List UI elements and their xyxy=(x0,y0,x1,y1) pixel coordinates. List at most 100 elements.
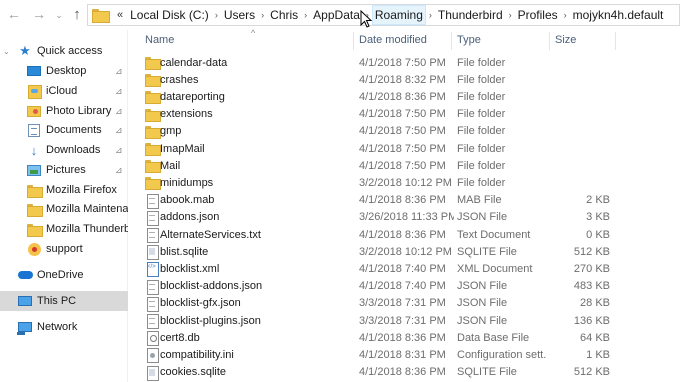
breadcrumb-profile-folder[interactable]: mojykn4h.default xyxy=(570,5,667,25)
breadcrumb-roaming[interactable]: Roaming xyxy=(371,5,426,25)
breadcrumb-chevron-icon[interactable]: › xyxy=(506,10,515,20)
file-row[interactable]: blocklist-plugins.json 3/3/2018 7:31 PM JS… xyxy=(129,312,680,329)
file-row[interactable]: ImapMail 4/1/2018 7:50 PM File folder xyxy=(129,140,680,157)
pin-icon: ⊿ xyxy=(115,65,123,76)
file-name: compatibility.ini xyxy=(160,348,234,361)
sidebar-item-documents[interactable]: Documents ⊿ xyxy=(0,120,128,140)
recent-locations-chevron-icon[interactable]: ⌄ xyxy=(51,7,67,23)
breadcrumb-chevron-icon[interactable]: › xyxy=(301,10,310,20)
file-row[interactable]: extensions 4/1/2018 7:50 PM File folder xyxy=(129,106,680,123)
sidebar-item-mozilla-thunderbird[interactable]: Mozilla Thunderbird xyxy=(0,219,128,239)
file-row[interactable]: abook.mab 4/1/2018 8:36 PM MAB File 2 KB xyxy=(129,192,680,209)
sidebar-item-desktop[interactable]: Desktop ⊿ xyxy=(0,61,128,81)
breadcrumb-chevron-icon[interactable]: › xyxy=(212,10,221,20)
up-arrow-icon[interactable]: ↑ xyxy=(69,6,85,23)
file-row[interactable]: crashes 4/1/2018 8:32 PM File folder xyxy=(129,71,680,88)
breadcrumb-chevron-icon[interactable]: › xyxy=(258,10,267,20)
sidebar-item-this-pc[interactable]: This PC xyxy=(0,291,128,311)
sidebar-item-mozilla-maintenance[interactable]: Mozilla Maintenance xyxy=(0,199,128,219)
column-divider[interactable] xyxy=(353,32,354,50)
column-header-label: Date modified xyxy=(359,34,427,46)
column-divider[interactable] xyxy=(615,32,616,50)
file-row[interactable]: blist.sqlite 3/2/2018 10:12 PM SQLITE File… xyxy=(129,243,680,261)
sidebar-item-network[interactable]: Network xyxy=(0,317,128,337)
file-name: blocklist-gfx.json xyxy=(160,297,241,310)
file-row[interactable]: gmp 4/1/2018 7:50 PM File folder xyxy=(129,123,680,140)
file-icon xyxy=(145,210,159,226)
sidebar-item-label: iCloud xyxy=(46,85,78,97)
file-row[interactable]: compatibility.ini 4/1/2018 8:31 PM Configu… xyxy=(129,346,680,364)
navigation-bar: ← → ⌄ ↑ « Local Disk (C:) › Users › Chri… xyxy=(0,0,680,30)
file-type: File folder xyxy=(457,142,506,155)
breadcrumb-chevron-icon[interactable]: › xyxy=(561,10,570,20)
folder-icon xyxy=(145,90,161,105)
file-name: gmp xyxy=(160,125,182,138)
breadcrumb-chris[interactable]: Chris xyxy=(267,5,301,25)
breadcrumb-thunderbird[interactable]: Thunderbird xyxy=(435,5,506,25)
column-divider[interactable] xyxy=(451,32,452,50)
file-date-modified: 4/1/2018 8:36 PM xyxy=(359,331,446,344)
forward-arrow-icon[interactable]: → xyxy=(31,6,47,22)
star-icon: ★ xyxy=(19,43,31,58)
file-name: extensions xyxy=(160,108,213,121)
sidebar-item-support[interactable]: support xyxy=(0,239,128,259)
sidebar-item-label: OneDrive xyxy=(37,269,84,281)
file-row[interactable]: blocklist-addons.json 4/1/2018 7:40 PM JSO… xyxy=(129,278,680,295)
sidebar-item-downloads[interactable]: ↓ Downloads ⊿ xyxy=(0,140,128,160)
column-header-label: Size xyxy=(555,34,577,46)
file-row[interactable]: calendar-data 4/1/2018 7:50 PM File folder xyxy=(129,54,680,71)
file-type: Data Base File xyxy=(457,331,530,344)
downloads-icon: ↓ xyxy=(30,142,38,158)
sidebar-item-photo-library[interactable]: Photo Library ⊿ xyxy=(0,101,128,121)
breadcrumb-local-disk[interactable]: Local Disk (C:) xyxy=(127,5,212,25)
column-header-type[interactable]: Type xyxy=(457,30,547,50)
sidebar-item-icloud[interactable]: iCloud ⊿ xyxy=(0,81,128,101)
back-arrow-icon[interactable]: ← xyxy=(6,6,22,22)
column-header-date-modified[interactable]: Date modified xyxy=(359,30,454,50)
sidebar-item-label: Mozilla Thunderbird xyxy=(46,223,128,235)
file-size: 2 KB xyxy=(586,194,610,207)
folder-icon xyxy=(145,142,161,156)
file-date-modified: 4/1/2018 8:36 PM xyxy=(359,90,446,103)
file-size: 28 KB xyxy=(580,297,610,310)
breadcrumb-appdata[interactable]: AppData xyxy=(310,5,363,25)
address-bar[interactable]: « Local Disk (C:) › Users › Chris › AppD… xyxy=(87,4,680,26)
file-row[interactable]: addons.json 3/26/2018 11:33 PM JSON File 3 … xyxy=(129,209,680,226)
file-date-modified: 3/3/2018 7:31 PM xyxy=(359,297,446,310)
file-row[interactable]: datareporting 4/1/2018 8:36 PM File folder xyxy=(129,88,680,105)
file-name: abook.mab xyxy=(160,194,215,207)
breadcrumb-chevron-icon[interactable]: › xyxy=(426,10,435,20)
file-row[interactable]: cookies.sqlite 4/1/2018 8:36 PM SQLITE Fil… xyxy=(129,364,680,381)
file-type: File folder xyxy=(457,108,506,121)
file-type: File folder xyxy=(457,176,506,189)
column-header-label: Type xyxy=(457,34,481,46)
breadcrumb-profiles[interactable]: Profiles xyxy=(515,5,561,25)
column-header-size[interactable]: Size xyxy=(555,30,615,50)
file-row[interactable]: minidumps 3/2/2018 10:12 PM File folder xyxy=(129,174,680,191)
file-date-modified: 4/1/2018 7:50 PM xyxy=(359,108,446,121)
icloud-icon xyxy=(26,84,42,99)
file-size: 64 KB xyxy=(580,331,610,344)
photo-library-icon xyxy=(26,104,42,118)
file-row[interactable]: AlternateServices.txt 4/1/2018 8:36 PM Tex… xyxy=(129,226,680,243)
pin-icon: ⊿ xyxy=(115,105,123,116)
file-date-modified: 3/2/2018 10:12 PM xyxy=(359,176,452,189)
breadcrumb-users[interactable]: Users xyxy=(221,5,258,25)
breadcrumb-overflow-button[interactable]: « xyxy=(113,9,127,21)
column-divider[interactable] xyxy=(549,32,550,50)
sidebar-item-mozilla-firefox[interactable]: Mozilla Firefox xyxy=(0,180,128,200)
column-header-name[interactable]: Name xyxy=(145,30,345,50)
file-row[interactable]: blocklist-gfx.json 3/3/2018 7:31 PM JSON F… xyxy=(129,295,680,312)
file-type: SQLITE File xyxy=(457,366,517,379)
file-row[interactable]: blocklist.xml 4/1/2018 7:40 PM XML Documen… xyxy=(129,260,680,278)
sidebar-item-pictures[interactable]: Pictures ⊿ xyxy=(0,160,128,180)
file-name: Mail xyxy=(160,159,181,172)
file-row[interactable]: Mail 4/1/2018 7:50 PM File folder xyxy=(129,157,680,174)
expand-chevron-icon[interactable]: ⌄ xyxy=(3,47,10,56)
sidebar-item-onedrive[interactable]: OneDrive xyxy=(0,265,128,285)
database-file-icon xyxy=(145,365,159,381)
file-row[interactable]: cert8.db 4/1/2018 8:36 PM Data Base File 64… xyxy=(129,329,680,347)
sidebar-item-label: support xyxy=(46,243,83,255)
sidebar-item-quick-access[interactable]: ⌄ ★ Quick access xyxy=(0,41,128,61)
file-date-modified: 4/1/2018 7:50 PM xyxy=(359,159,446,172)
